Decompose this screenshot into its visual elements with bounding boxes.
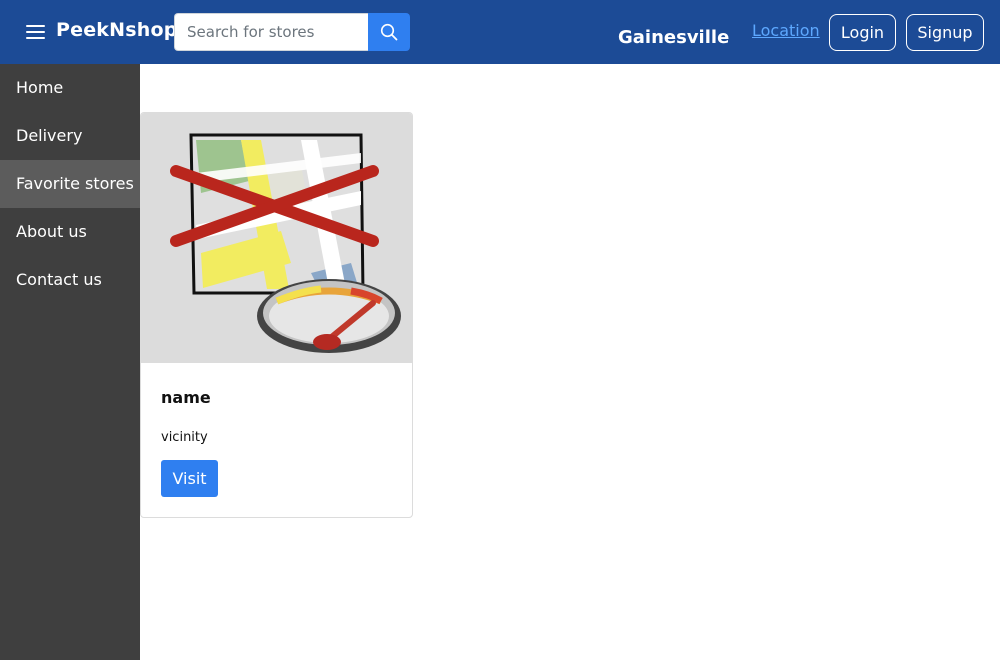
hamburger-menu-icon[interactable] (26, 24, 46, 40)
store-card: name vicinity Visit (140, 112, 413, 518)
sidebar: Home Delivery Favorite stores About us C… (0, 64, 140, 660)
sidebar-item-about-us[interactable]: About us (0, 208, 140, 256)
sidebar-item-contact-us[interactable]: Contact us (0, 256, 140, 304)
search-button[interactable] (368, 13, 410, 51)
store-image (141, 113, 412, 363)
visit-button[interactable]: Visit (161, 460, 218, 497)
location-link[interactable]: Location (752, 21, 820, 40)
top-navbar: PeekNshop Gainesville Location Login Sig… (0, 0, 1000, 64)
sidebar-item-favorite-stores[interactable]: Favorite stores (0, 160, 140, 208)
store-name: name (161, 388, 211, 407)
current-city: Gainesville (618, 27, 730, 48)
search-icon (380, 23, 398, 41)
login-button[interactable]: Login (829, 14, 896, 51)
signup-button[interactable]: Signup (906, 14, 984, 51)
sidebar-item-home[interactable]: Home (0, 64, 140, 112)
broken-map-image-icon (170, 133, 401, 353)
store-vicinity: vicinity (161, 430, 208, 445)
sidebar-item-delivery[interactable]: Delivery (0, 112, 140, 160)
brand-logo[interactable]: PeekNshop (56, 19, 178, 41)
search-input[interactable] (174, 13, 369, 51)
